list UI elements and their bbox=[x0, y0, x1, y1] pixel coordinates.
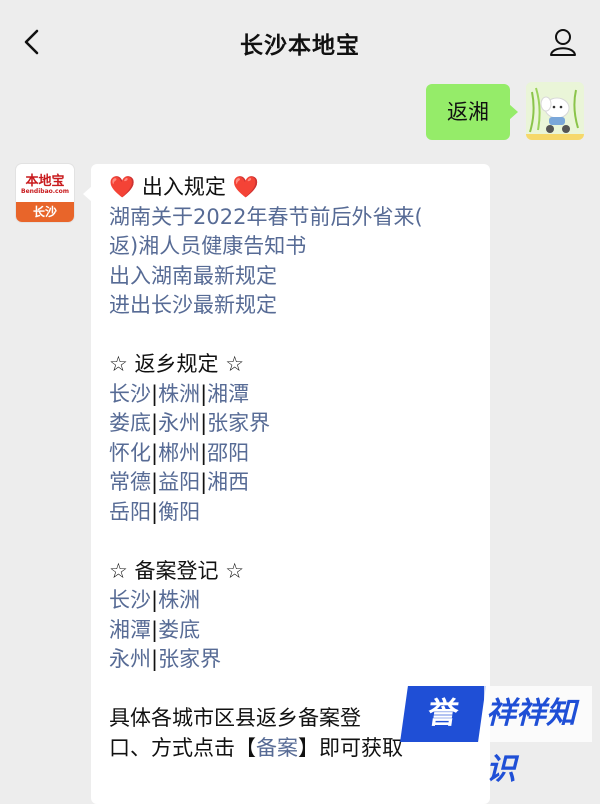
section-heading-registration: ☆ 备案登记 ☆ bbox=[109, 557, 481, 587]
city-link[interactable]: 常德 bbox=[109, 470, 151, 494]
city-link[interactable]: 张家界 bbox=[207, 411, 270, 435]
footer-prefix: 口、方式点击【 bbox=[109, 735, 256, 760]
message-content: ❤️ 出入规定 ❤️ 湖南关于2022年春节前后外省来( 返)湘人员健康告知书 … bbox=[109, 173, 481, 763]
city-link[interactable]: 株洲 bbox=[158, 588, 200, 612]
city-link[interactable]: 娄底 bbox=[109, 411, 151, 435]
section-title: 出入规定 bbox=[141, 175, 226, 199]
user-profile-icon[interactable] bbox=[548, 26, 578, 58]
city-row: 常德|益阳|湘西 bbox=[109, 470, 250, 494]
bot-avatar[interactable]: 本地宝 Bendibao.com 长沙 bbox=[16, 164, 74, 222]
footer-suffix: 】即可获取 bbox=[298, 735, 403, 760]
heart-icon: ❤️ bbox=[109, 175, 136, 199]
city-link[interactable]: 益阳 bbox=[158, 470, 200, 494]
city-link[interactable]: 怀化 bbox=[109, 441, 151, 465]
city-link[interactable]: 湘西 bbox=[207, 470, 249, 494]
city-link[interactable]: 邵阳 bbox=[207, 441, 249, 465]
city-row: 长沙|株洲 bbox=[109, 588, 201, 612]
star-icon: ☆ bbox=[109, 558, 128, 583]
city-row: 岳阳|衡阳 bbox=[109, 499, 201, 524]
city-link[interactable]: 张家界 bbox=[158, 647, 221, 671]
chat-header: 长沙本地宝 bbox=[0, 0, 600, 84]
bot-city-label: 长沙 bbox=[16, 202, 74, 222]
section-title: 返乡规定 bbox=[134, 352, 219, 376]
link-health-notice[interactable]: 湖南关于2022年春节前后外省来( bbox=[109, 203, 481, 233]
city-link[interactable]: 永州 bbox=[109, 647, 151, 671]
bendibao-logo: 本地宝 bbox=[25, 174, 65, 189]
city-row: 怀化|郴州|邵阳 bbox=[109, 440, 250, 465]
city-link[interactable]: 长沙 bbox=[109, 588, 151, 612]
city-row: 永州|张家界 bbox=[109, 647, 222, 671]
city-link[interactable]: 湘潭 bbox=[207, 382, 249, 406]
star-icon: ☆ bbox=[109, 352, 128, 376]
bendibao-domain: Bendibao.com bbox=[21, 188, 69, 195]
city-link[interactable]: 岳阳 bbox=[109, 500, 151, 524]
link-changsha-rules[interactable]: 进出长沙最新规定 bbox=[109, 291, 481, 321]
star-icon: ☆ bbox=[225, 558, 245, 583]
city-link[interactable]: 株洲 bbox=[158, 382, 200, 406]
section-title: 备案登记 bbox=[134, 558, 219, 583]
watermark-badge: 誉 bbox=[400, 686, 486, 742]
city-link[interactable]: 永州 bbox=[158, 411, 200, 435]
city-link[interactable]: 湘潭 bbox=[109, 618, 151, 642]
chat-title: 长沙本地宝 bbox=[240, 33, 360, 59]
link-hunan-rules[interactable]: 出入湖南最新规定 bbox=[109, 262, 481, 292]
city-link[interactable]: 郴州 bbox=[158, 441, 200, 465]
sent-message-bubble[interactable]: 返湘 bbox=[426, 84, 518, 140]
city-link[interactable]: 长沙 bbox=[109, 382, 151, 406]
city-row: 长沙|株洲|湘潭 bbox=[109, 381, 250, 406]
city-link[interactable]: 娄底 bbox=[158, 618, 200, 642]
city-row: 湘潭|娄底 bbox=[109, 617, 201, 642]
section-heading-entry-rules: ❤️ 出入规定 ❤️ bbox=[109, 173, 481, 203]
section-heading-return-rules: ☆ 返乡规定 ☆ bbox=[109, 350, 481, 380]
sent-message-text: 返湘 bbox=[447, 100, 489, 124]
heart-icon: ❤️ bbox=[232, 175, 259, 199]
watermark: 誉 祥祥知识 bbox=[400, 686, 592, 787]
registration-link[interactable]: 备案 bbox=[256, 736, 298, 760]
my-avatar[interactable] bbox=[526, 82, 584, 140]
watermark-text: 祥祥知识 bbox=[484, 686, 592, 787]
city-link[interactable]: 衡阳 bbox=[158, 500, 200, 524]
city-row: 娄底|永州|张家界 bbox=[109, 411, 271, 435]
link-health-notice-cont[interactable]: 返)湘人员健康告知书 bbox=[109, 232, 481, 262]
avatar-cartoon-image bbox=[526, 82, 584, 140]
star-icon: ☆ bbox=[225, 352, 245, 376]
